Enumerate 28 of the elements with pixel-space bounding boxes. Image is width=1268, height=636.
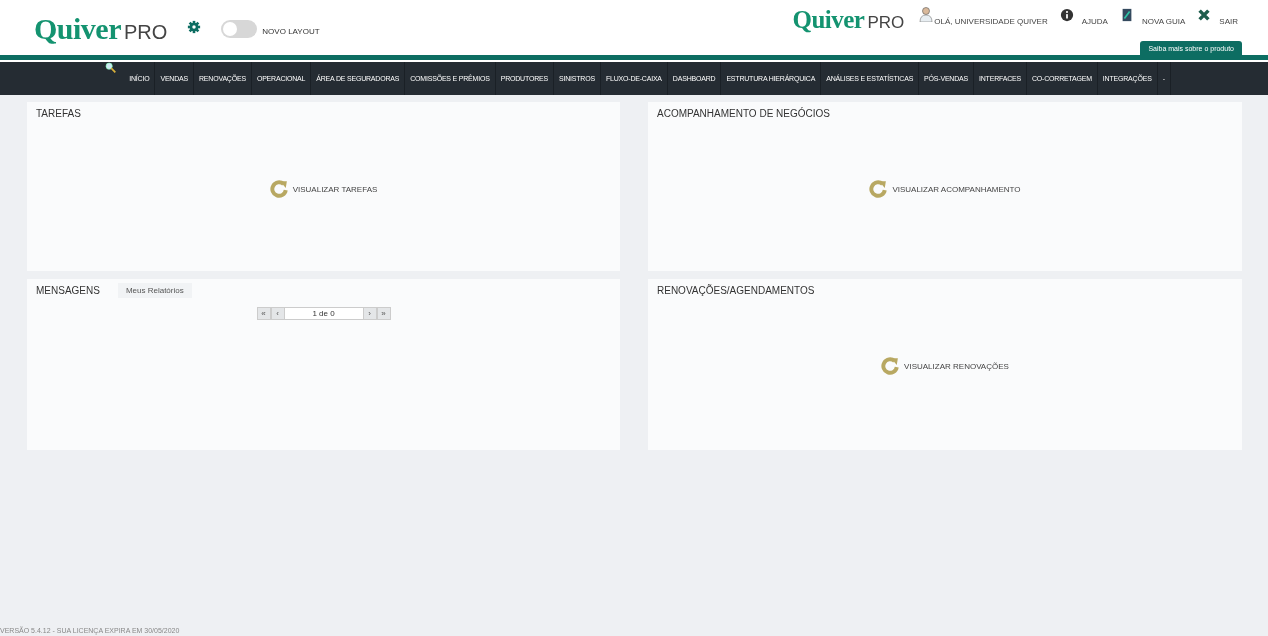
refresh-icon xyxy=(269,180,288,198)
layout-toggle[interactable] xyxy=(221,20,258,38)
panel-title: TAREFAS xyxy=(36,107,81,119)
header-link[interactable]: AJUDA xyxy=(1081,17,1108,26)
first-page-button[interactable]: « xyxy=(256,307,271,320)
header-link[interactable]: SAIR xyxy=(1219,17,1238,26)
page-indicator: 1 de 0 xyxy=(284,307,363,320)
logo-suffix: PRO xyxy=(867,13,905,33)
settings-icon[interactable] xyxy=(187,20,202,34)
panel-title: MENSAGENS xyxy=(36,284,100,296)
refresh-link[interactable]: VISUALIZAR ACOMPANHAMENTO xyxy=(869,180,1021,198)
logo-text: Quiver xyxy=(792,6,865,34)
toggle-label: NOVO LAYOUT xyxy=(262,27,320,36)
info-icon[interactable] xyxy=(1059,8,1074,22)
greeting: OLÁ, UNIVERSIDADE QUIVER xyxy=(934,17,1048,26)
panel-tab[interactable]: Meus Relatórios xyxy=(117,282,192,298)
close-icon[interactable] xyxy=(1197,8,1212,22)
panel-title: ACOMPANHAMENTO DE NEGÓCIOS xyxy=(657,107,830,119)
search-icon[interactable] xyxy=(105,62,117,73)
logo-suffix: PRO xyxy=(124,21,168,44)
user-icon xyxy=(918,6,935,22)
logo-text: Quiver xyxy=(34,12,121,46)
refresh-icon xyxy=(869,180,888,198)
refresh-link[interactable]: VISUALIZAR TAREFAS xyxy=(269,180,378,198)
refresh-icon xyxy=(881,357,900,375)
panel-title: RENOVAÇÕES/AGENDAMENTOS xyxy=(657,284,815,296)
refresh-link[interactable]: VISUALIZAR RENOVAÇÕES xyxy=(881,357,1009,375)
header-link[interactable]: NOVA GUIA xyxy=(1141,17,1186,26)
